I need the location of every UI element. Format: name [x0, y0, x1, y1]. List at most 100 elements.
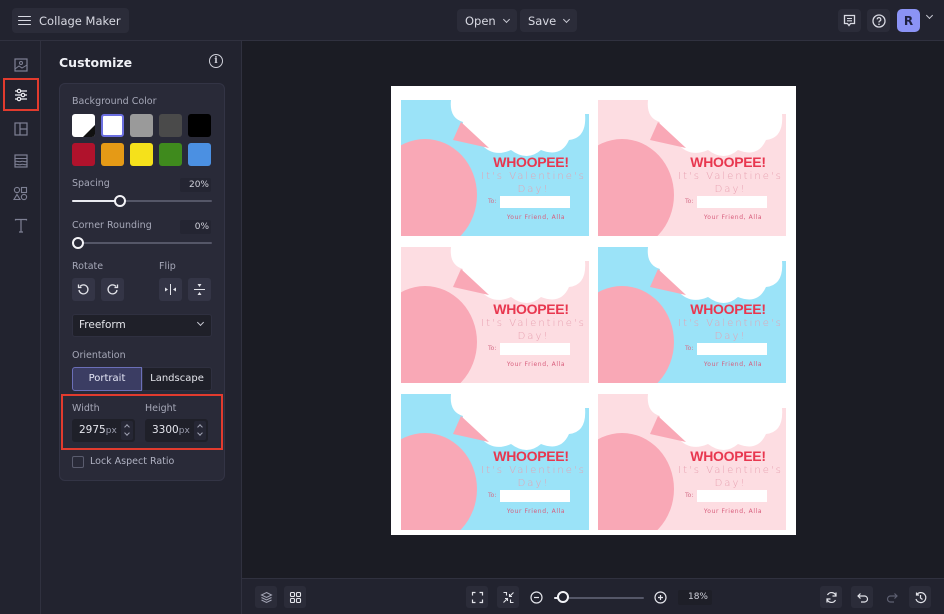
open-label: Open — [465, 13, 496, 28]
corner-rounding-slider-track[interactable] — [72, 242, 212, 244]
actual-size-button[interactable] — [497, 586, 519, 608]
undo-button[interactable] — [851, 586, 873, 608]
card-signoff: Your Friend, Alla — [703, 214, 763, 221]
swatch-orange[interactable] — [101, 143, 124, 166]
orientation-landscape-button[interactable]: Landscape — [142, 367, 212, 391]
refresh-icon — [825, 591, 837, 603]
card-subtitle: It's Valentine's Day! — [481, 317, 586, 343]
orientation-label: Orientation — [72, 350, 126, 361]
card-to-label: To: — [488, 345, 497, 352]
aspect-ratio-value: Freeform — [79, 319, 126, 331]
card-signoff: Your Friend, Alla — [506, 214, 566, 221]
layers-icon — [259, 591, 273, 603]
card-subtitle-line1: It's Valentine's — [678, 465, 783, 476]
layout-icon — [13, 121, 28, 136]
zoom-out-icon[interactable] — [530, 591, 543, 604]
valentine-card[interactable]: WHOOPEE! It's Valentine's Day! To: Your Frie… — [598, 247, 786, 383]
rail-item-layouts[interactable] — [7, 115, 34, 142]
panel-title: Customize — [59, 55, 133, 70]
rail-item-customize[interactable] — [3, 78, 39, 111]
swatch-yellow[interactable] — [130, 143, 153, 166]
valentine-card[interactable]: WHOOPEE! It's Valentine's Day! To: Your Frie… — [598, 394, 786, 530]
card-subtitle: It's Valentine's Day! — [481, 464, 586, 490]
rail-item-text[interactable] — [7, 212, 34, 239]
save-menu-button[interactable]: Save — [520, 9, 578, 32]
rail-item-images[interactable] — [7, 51, 34, 78]
expand-icon — [471, 591, 483, 603]
flip-horizontal-button[interactable] — [159, 278, 182, 301]
fit-screen-button[interactable] — [466, 586, 488, 608]
card-headline: WHOOPEE! — [493, 448, 569, 464]
aspect-ratio-select[interactable]: Freeform — [72, 314, 212, 337]
zoom-percentage[interactable]: 18% — [678, 590, 712, 605]
help-button[interactable] — [867, 9, 890, 32]
card-subtitle-line1: It's Valentine's — [678, 318, 783, 329]
corner-rounding-value[interactable]: 0% — [180, 220, 211, 234]
chevron-down-icon — [563, 15, 571, 23]
hamburger-icon — [18, 15, 31, 26]
background-color-label: Background Color — [72, 96, 157, 107]
corner-rounding-slider-handle[interactable] — [72, 237, 84, 249]
comment-icon — [843, 14, 856, 27]
valentine-card[interactable]: WHOOPEE! It's Valentine's Day! To: Your Frie… — [401, 394, 589, 530]
layers-button[interactable] — [255, 586, 277, 608]
spacing-slider-handle[interactable] — [114, 195, 126, 207]
redo-icon — [886, 592, 898, 603]
orientation-portrait-button[interactable]: Portrait — [72, 367, 142, 391]
flip-vertical-icon — [194, 284, 205, 295]
rail-item-backgrounds[interactable] — [7, 147, 34, 174]
corner-rounding-label: Corner Rounding — [72, 220, 152, 231]
top-bar: Collage Maker Open Save R — [0, 0, 944, 41]
swatch-blue[interactable] — [188, 143, 211, 166]
swatch-red[interactable] — [72, 143, 95, 166]
lock-aspect-label: Lock Aspect Ratio — [90, 456, 175, 467]
card-to-field — [697, 196, 767, 208]
card-subtitle-line1: It's Valentine's — [481, 318, 586, 329]
app-menu-button[interactable]: Collage Maker — [12, 8, 129, 33]
card-to-label: To: — [685, 198, 694, 205]
chevron-down-icon[interactable] — [925, 11, 934, 20]
open-menu-button[interactable]: Open — [457, 9, 517, 32]
width-stepper[interactable] — [121, 421, 133, 440]
width-input[interactable]: 2975px — [72, 419, 135, 442]
card-subtitle: It's Valentine's Day! — [678, 464, 783, 490]
width-label: Width — [72, 403, 100, 414]
feedback-button[interactable] — [838, 9, 861, 32]
customize-card: Background Color Spacing 20% Corner Roun… — [59, 83, 225, 481]
valentine-card[interactable]: WHOOPEE! It's Valentine's Day! To: Your Frie… — [598, 100, 786, 236]
text-icon — [14, 218, 27, 233]
flip-vertical-button[interactable] — [188, 278, 211, 301]
rotate-right-button[interactable] — [101, 278, 124, 301]
zoom-slider-handle[interactable] — [556, 591, 569, 603]
card-to-label: To: — [488, 198, 497, 205]
swatch-dark-gray[interactable] — [159, 114, 182, 137]
rotate-ccw-icon — [77, 284, 89, 295]
info-icon[interactable]: i — [209, 54, 223, 68]
card-subtitle-line2: Day! — [517, 331, 550, 342]
history-button[interactable] — [909, 586, 931, 608]
user-avatar[interactable]: R — [897, 9, 920, 32]
rail-item-graphics[interactable] — [7, 180, 34, 207]
height-stepper[interactable] — [194, 421, 206, 440]
card-subtitle-line2: Day! — [517, 478, 550, 489]
grid-button[interactable] — [284, 586, 306, 608]
swatch-white[interactable] — [101, 114, 124, 137]
height-input[interactable]: 3300px — [145, 419, 208, 442]
swatch-green[interactable] — [159, 143, 182, 166]
swatch-gray[interactable] — [130, 114, 153, 137]
collage-page[interactable]: WHOOPEE! It's Valentine's Day! To: Your Frie… — [391, 86, 796, 535]
rotate-left-button[interactable] — [72, 278, 95, 301]
swatch-transparent[interactable] — [72, 114, 95, 137]
zoom-in-icon[interactable] — [654, 591, 667, 604]
valentine-card[interactable]: WHOOPEE! It's Valentine's Day! To: Your Frie… — [401, 247, 589, 383]
valentine-card[interactable]: WHOOPEE! It's Valentine's Day! To: Your Frie… — [401, 100, 589, 236]
lock-aspect-checkbox[interactable] — [72, 456, 84, 468]
card-to-label: To: — [488, 492, 497, 499]
tool-rail — [0, 41, 41, 614]
help-circle-icon — [871, 13, 886, 28]
redo-button[interactable] — [881, 586, 903, 608]
swatch-black[interactable] — [188, 114, 211, 137]
spacing-value[interactable]: 20% — [180, 178, 211, 192]
reset-button[interactable] — [820, 586, 842, 608]
rotate-cw-icon — [107, 284, 119, 295]
